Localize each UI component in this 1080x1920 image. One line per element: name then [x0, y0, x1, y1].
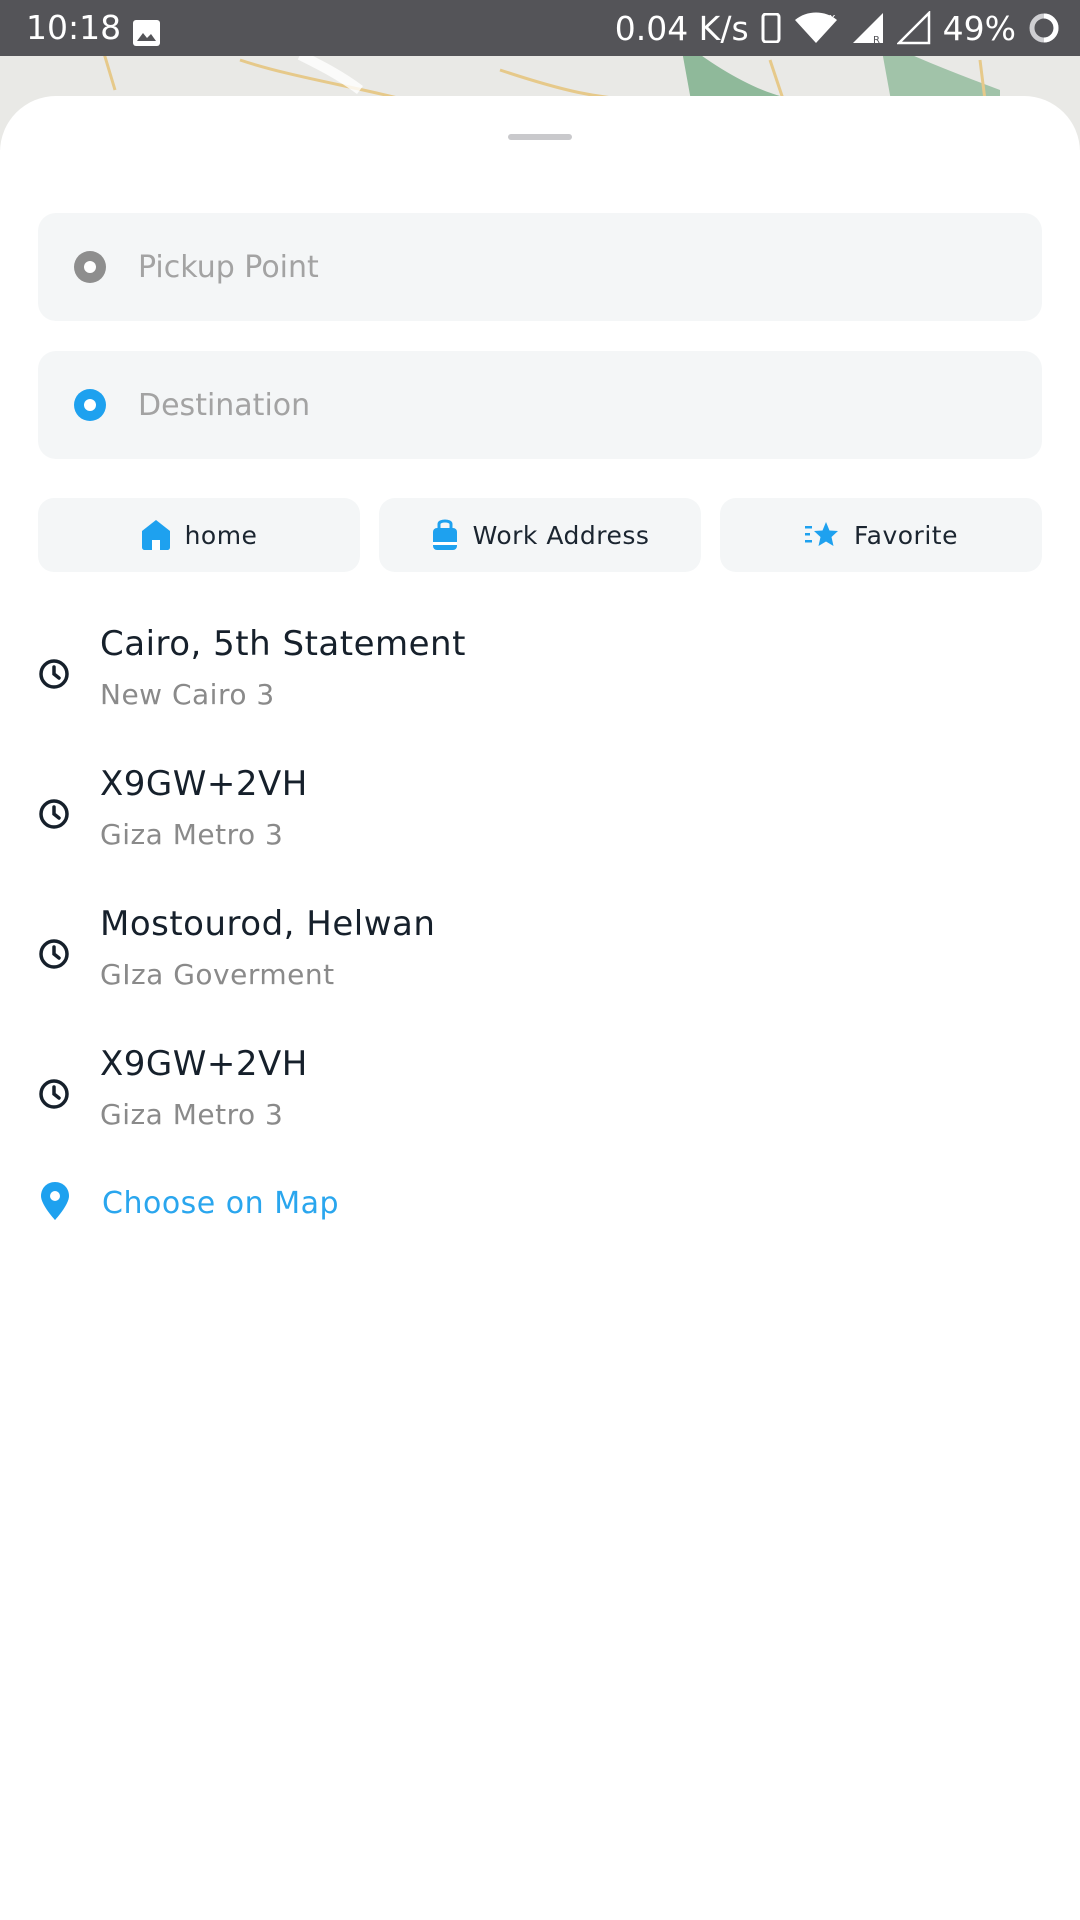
signal-empty-icon [896, 11, 931, 45]
status-right-group: 0.04 K/s x R 49% [615, 0, 1060, 56]
battery-percent: 49% [942, 8, 1016, 48]
phone-icon [761, 13, 781, 43]
status-time: 10:18 [26, 8, 122, 47]
battery-ring-icon [1028, 12, 1060, 44]
wifi-icon: x [793, 11, 839, 45]
svg-text:x: x [829, 11, 836, 24]
destination-input[interactable] [138, 351, 1018, 459]
status-bar: 10:18 0.04 K/s x R 49% [0, 0, 1080, 56]
pickup-input[interactable] [138, 213, 1018, 321]
recent-place-subtitle: GIza Goverment [100, 958, 335, 991]
work-address-label: Work Address [472, 520, 650, 550]
choose-on-map-button[interactable]: Choose on Map [38, 1178, 339, 1228]
pickup-field[interactable] [38, 213, 1042, 321]
network-speed: 0.04 K/s [614, 8, 749, 48]
svg-text:R: R [873, 35, 880, 45]
map-pin-icon [38, 1181, 72, 1225]
destination-dot-icon [74, 389, 106, 421]
recent-place-item[interactable]: Mostourod, Helwan GIza Goverment [0, 896, 1080, 1016]
recent-place-item[interactable]: X9GW+2VH Giza Metro 3 [0, 1036, 1080, 1156]
favorite-label: Favorite [854, 520, 958, 550]
clock-icon [38, 1078, 70, 1114]
work-address-button[interactable]: Work Address [379, 498, 701, 572]
home-icon [141, 519, 171, 551]
recent-place-subtitle: Giza Metro 3 [100, 1098, 284, 1131]
recent-place-title: X9GW+2VH [100, 764, 308, 804]
clock-icon [38, 658, 70, 694]
location-search-sheet: home Work Address Favorit [0, 96, 1080, 1920]
recent-place-item[interactable]: Cairo, 5th Statement New Cairo 3 [0, 616, 1080, 736]
star-icon [804, 520, 840, 550]
briefcase-icon [431, 518, 459, 552]
recent-place-subtitle: Giza Metro 3 [100, 818, 284, 851]
favorite-button[interactable]: Favorite [720, 498, 1042, 572]
home-button[interactable]: home [38, 498, 360, 572]
recent-place-subtitle: New Cairo 3 [100, 678, 275, 711]
recent-place-title: X9GW+2VH [100, 1044, 308, 1084]
destination-field[interactable] [38, 351, 1042, 459]
home-button-label: home [184, 520, 258, 550]
signal-icon: R [851, 11, 885, 45]
screen: 10:18 0.04 K/s x R 49% Pickup Point Dest… [0, 0, 1080, 1920]
clock-icon [38, 938, 70, 974]
choose-on-map-label: Choose on Map [102, 1185, 340, 1221]
recent-place-title: Cairo, 5th Statement [100, 624, 466, 664]
recent-place-item[interactable]: X9GW+2VH Giza Metro 3 [0, 756, 1080, 876]
drag-handle[interactable] [508, 134, 572, 140]
recent-place-title: Mostourod, Helwan [100, 904, 436, 944]
image-icon [133, 15, 160, 46]
pickup-dot-icon [74, 251, 106, 283]
clock-icon [38, 798, 70, 834]
